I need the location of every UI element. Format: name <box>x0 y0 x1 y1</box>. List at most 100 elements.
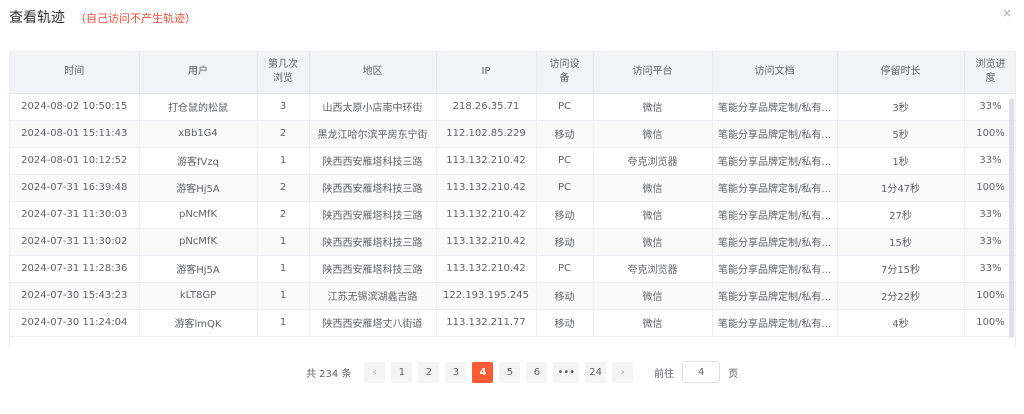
stay-duration-cell: 5秒 <box>837 120 965 148</box>
page-4-button[interactable]: 4 <box>472 361 494 383</box>
visit-region-cell: 江苏无锡滨湖蠡吉路 <box>309 282 437 310</box>
visit-document-cell: 笔能分享品牌定制/私有... <box>712 255 838 283</box>
visit-ip-cell: 218.26.35.71 <box>436 93 537 121</box>
column-header: 用户 <box>139 52 258 94</box>
visit-ip-cell: 113.132.210.42 <box>436 201 537 229</box>
goto-label: 前往 <box>654 368 675 380</box>
stay-duration-cell: 3秒 <box>837 93 965 121</box>
column-header: 浏览进 度 <box>964 52 1015 94</box>
visitor-name-cell: 打仓鼠的松鼠 <box>139 93 258 121</box>
visit-count-cell: 2 <box>257 174 310 202</box>
pagination-total: 共 234 条 <box>306 368 352 380</box>
visitor-name-cell: xBb1G4 <box>139 120 258 148</box>
column-header: 时间 <box>10 52 140 94</box>
stay-duration-cell: 4秒 <box>837 309 965 337</box>
visit-device-cell: 移动 <box>536 201 594 229</box>
visit-device-cell: PC <box>536 174 594 202</box>
visit-time-cell: 2024-07-31 16:39:48 <box>10 174 140 202</box>
track-table: 时间 用户 第几次 浏览 地区 IP 访问设 备访问平台 访问文档 停留时长 浏览进 度 202… <box>9 51 1016 346</box>
table-header-row: 时间 用户 第几次 浏览 地区 IP 访问设 备访问平台 访问文档 停留时长 浏览进 度 <box>10 52 1015 94</box>
visit-ip-cell: 113.132.211.77 <box>436 309 537 337</box>
page-1-button[interactable]: 1 <box>391 361 413 383</box>
visit-document-cell: 笔能分享品牌定制/私有... <box>712 174 838 202</box>
visit-document-cell: 笔能分享品牌定制/私有... <box>712 120 838 148</box>
page-5-button[interactable]: 5 <box>499 361 521 383</box>
table-row[interactable]: 2024-07-31 16:39:48 游客Hj5A 2 陕西西安雁塔科技三路 113.… <box>10 174 1015 202</box>
visit-region-cell: 陕西西安雁塔科技三路 <box>309 174 437 202</box>
visit-region-cell: 黑龙江哈尔滨平房东宁街 <box>309 120 437 148</box>
page-2-button[interactable]: 2 <box>418 361 440 383</box>
visit-device-cell: PC <box>536 93 594 121</box>
visit-device-cell: 移动 <box>536 228 594 256</box>
visit-document-cell: 笔能分享品牌定制/私有... <box>712 309 838 337</box>
dialog-header: 查看轨迹 （自己访问不产生轨迹） <box>9 7 196 27</box>
visit-count-cell: 1 <box>257 228 310 256</box>
visit-document-cell: 笔能分享品牌定制/私有... <box>712 201 838 229</box>
table-row[interactable]: 2024-08-01 10:12:52 游客fVzq 1 陕西西安雁塔科技三路 113.… <box>10 147 1015 175</box>
visit-device-cell: PC <box>536 255 594 283</box>
visit-count-cell: 1 <box>257 282 310 310</box>
visit-count-cell: 1 <box>257 309 310 337</box>
visit-platform-cell: 微信 <box>593 282 713 310</box>
table-row[interactable]: 2024-07-31 11:30:02 pNcMfK 1 陕西西安雁塔科技三路 113.… <box>10 228 1015 256</box>
visit-region-cell: 陕西西安雁塔科技三路 <box>309 228 437 256</box>
visitor-name-cell: 游客Hj5A <box>139 174 258 202</box>
next-page-button[interactable]: › <box>612 361 634 383</box>
table-scrollbar[interactable] <box>1009 98 1014 338</box>
visit-count-cell: 1 <box>257 147 310 175</box>
column-header: 访问文档 <box>712 52 838 94</box>
visit-time-cell: 2024-08-01 10:12:52 <box>10 147 140 175</box>
visit-document-cell: 笔能分享品牌定制/私有... <box>712 282 838 310</box>
table-row[interactable]: 2024-08-01 15:11:43 xBb1G4 2 黑龙江哈尔滨平房东宁街 112… <box>10 120 1015 148</box>
page-24-button[interactable]: 24 <box>585 361 607 383</box>
visit-region-cell: 陕西西安雁塔丈八街道 <box>309 309 437 337</box>
visitor-name-cell: pNcMfK <box>139 201 258 229</box>
visit-count-cell: 2 <box>257 120 310 148</box>
visit-ip-cell: 112.102.85.229 <box>436 120 537 148</box>
column-header: IP <box>436 52 537 94</box>
visit-region-cell: 山西太原小店南中环街 <box>309 93 437 121</box>
visit-time-cell: 2024-07-31 11:28:36 <box>10 255 140 283</box>
table-row[interactable]: 2024-07-30 11:24:04 游客lmQK 1 陕西西安雁塔丈八街道 113.… <box>10 309 1015 337</box>
visit-time-cell: 2024-07-31 11:30:03 <box>10 201 140 229</box>
goto-page-input[interactable] <box>682 361 721 383</box>
table-row[interactable]: 2024-07-31 11:30:03 pNcMfK 2 陕西西安雁塔科技三路 113.… <box>10 201 1015 229</box>
page-6-button[interactable]: 6 <box>526 361 548 383</box>
visit-time-cell: 2024-07-30 11:24:04 <box>10 309 140 337</box>
prev-page-button[interactable]: ‹ <box>364 361 386 383</box>
visit-region-cell: 陕西西安雁塔科技三路 <box>309 201 437 229</box>
pagination: 共 234 条 ‹ 123456•••24 › 前往 页 <box>306 361 738 383</box>
stay-duration-cell: 27秒 <box>837 201 965 229</box>
more-pages-button[interactable]: ••• <box>553 361 580 383</box>
visit-count-cell: 3 <box>257 93 310 121</box>
visitor-name-cell: pNcMfK <box>139 228 258 256</box>
visit-region-cell: 陕西西安雁塔科技三路 <box>309 147 437 175</box>
visit-device-cell: 移动 <box>536 309 594 337</box>
column-header: 访问设 备 <box>536 52 594 94</box>
visit-ip-cell: 113.132.210.42 <box>436 147 537 175</box>
stay-duration-cell: 1分47秒 <box>837 174 965 202</box>
visit-platform-cell: 微信 <box>593 120 713 148</box>
table-row[interactable]: 2024-07-31 11:28:36 游客Hj5A 1 陕西西安雁塔科技三路 113.… <box>10 255 1015 283</box>
visit-time-cell: 2024-07-30 15:43:23 <box>10 282 140 310</box>
visit-time-cell: 2024-08-01 15:11:43 <box>10 120 140 148</box>
table-row[interactable]: 2024-07-30 15:43:23 kLT8GP 1 江苏无锡滨湖蠡吉路 122.1… <box>10 282 1015 310</box>
visit-ip-cell: 113.132.210.42 <box>436 174 537 202</box>
stay-duration-cell: 15秒 <box>837 228 965 256</box>
table-row[interactable]: 2024-08-02 10:50:15 打仓鼠的松鼠 3 山西太原小店南中环街 218.… <box>10 93 1015 121</box>
visit-ip-cell: 113.132.210.42 <box>436 255 537 283</box>
stay-duration-cell: 7分15秒 <box>837 255 965 283</box>
visit-platform-cell: 微信 <box>593 174 713 202</box>
visit-time-cell: 2024-07-31 11:30:02 <box>10 228 140 256</box>
close-icon[interactable]: × <box>1000 6 1014 20</box>
dialog-title: 查看轨迹 <box>9 10 65 26</box>
visit-document-cell: 笔能分享品牌定制/私有... <box>712 147 838 175</box>
stay-duration-cell: 1秒 <box>837 147 965 175</box>
column-header: 地区 <box>309 52 437 94</box>
visit-ip-cell: 122.193.195.245 <box>436 282 537 310</box>
column-header: 停留时长 <box>837 52 965 94</box>
page-3-button[interactable]: 3 <box>445 361 467 383</box>
column-header: 第几次 浏览 <box>257 52 310 94</box>
dialog-subtitle: （自己访问不产生轨迹） <box>75 12 196 25</box>
visit-region-cell: 陕西西安雁塔科技三路 <box>309 255 437 283</box>
